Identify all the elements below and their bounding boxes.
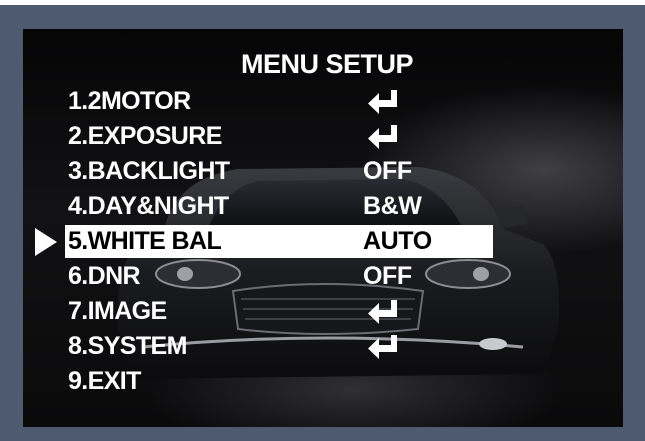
- menu-item-label: 2.EXPOSURE: [68, 122, 222, 150]
- menu-item-label: 7.IMAGE: [68, 297, 167, 325]
- menu-item-label: 1.2MOTOR: [68, 87, 191, 115]
- menu-item-label: 6.DNR: [68, 262, 141, 290]
- menu-item-value: OFF: [363, 157, 412, 185]
- menu-item[interactable]: 7.IMAGE: [68, 295, 493, 328]
- menu-item-label: 4.DAY&NIGHT: [68, 192, 229, 220]
- selection-pointer-icon: [35, 228, 57, 256]
- enter-arrow-icon: [368, 125, 397, 149]
- menu-item[interactable]: 2.EXPOSURE: [68, 120, 493, 153]
- menu-item-label: 8.SYSTEM: [68, 332, 187, 360]
- osd-screen: MENU SETUP 1.2MOTOR 2.EXPOSURE 3.BACKLIGHT…: [23, 29, 623, 427]
- menu-item-value: B&W: [363, 192, 422, 220]
- menu-item[interactable]: 3.BACKLIGHT OFF: [68, 155, 493, 188]
- menu-item[interactable]: 8.SYSTEM: [68, 330, 493, 363]
- menu-item-label: 3.BACKLIGHT: [68, 157, 230, 185]
- menu-item[interactable]: 6.DNR OFF: [68, 260, 493, 293]
- menu-item[interactable]: 4.DAY&NIGHT B&W: [68, 190, 493, 223]
- menu-item-value: AUTO: [363, 227, 432, 255]
- menu-title: MENU SETUP: [241, 49, 414, 79]
- menu-item-value: OFF: [363, 262, 412, 290]
- enter-arrow-icon: [368, 300, 397, 324]
- osd-frame: MENU SETUP 1.2MOTOR 2.EXPOSURE 3.BACKLIGHT…: [0, 5, 645, 441]
- enter-arrow-icon: [368, 90, 397, 114]
- menu-item[interactable]: 5.WHITE BAL AUTO: [65, 225, 493, 258]
- menu-item[interactable]: 9.EXIT: [68, 365, 493, 398]
- enter-arrow-icon: [368, 335, 397, 359]
- menu-item[interactable]: 1.2MOTOR: [68, 85, 493, 118]
- menu-item-label: 9.EXIT: [68, 367, 141, 395]
- menu-item-label: 5.WHITE BAL: [68, 227, 222, 255]
